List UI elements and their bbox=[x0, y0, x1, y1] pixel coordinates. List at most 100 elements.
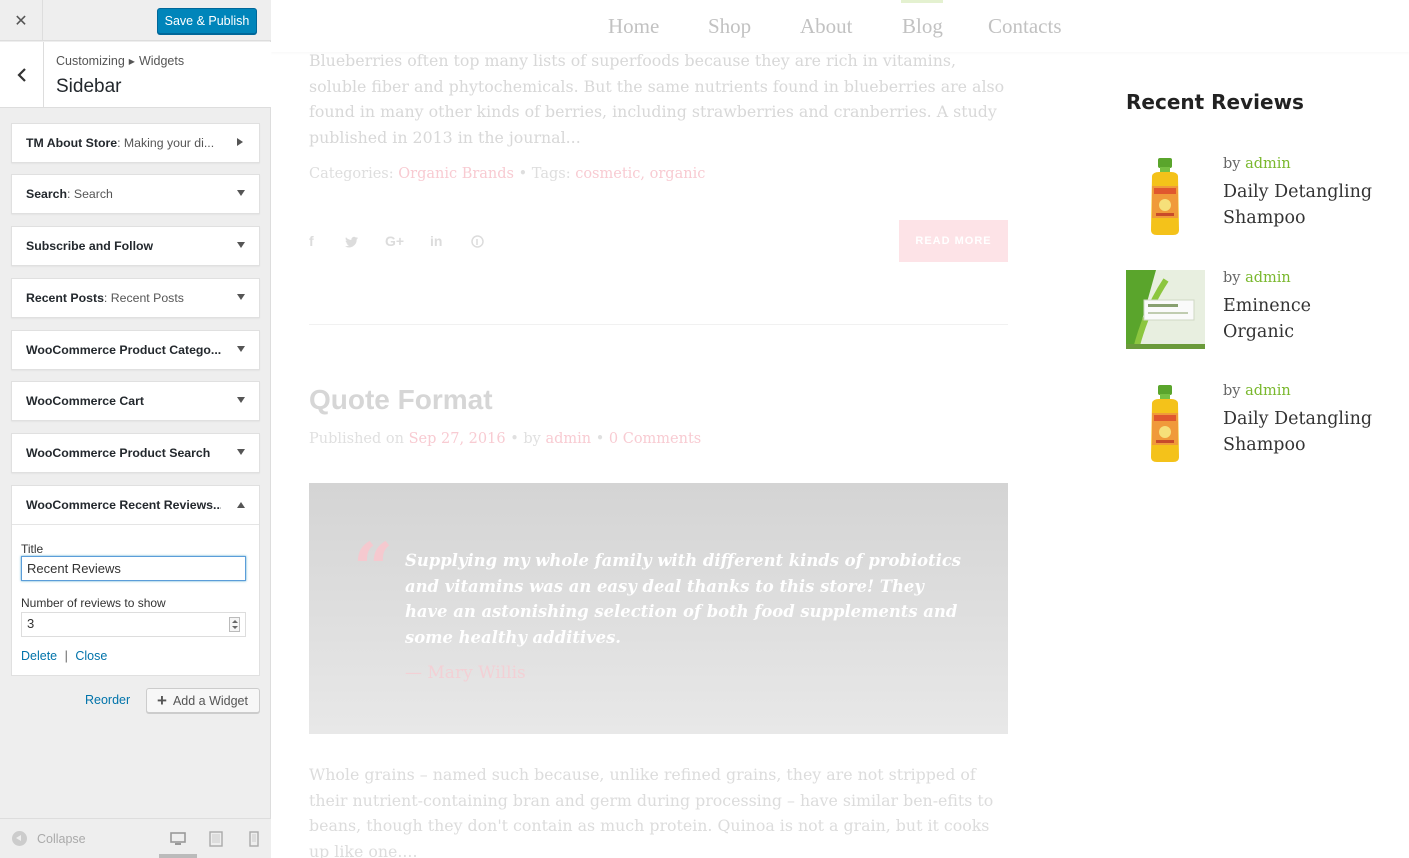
widget-actions: Delete | Close bbox=[21, 649, 107, 663]
collapse-label: Collapse bbox=[37, 831, 86, 846]
review-author-link[interactable]: admin bbox=[1245, 270, 1291, 286]
widget-recent-posts[interactable]: Recent Posts: Recent Posts bbox=[11, 278, 260, 318]
widget-subscribe-follow[interactable]: Subscribe and Follow bbox=[11, 226, 260, 266]
post-divider bbox=[309, 324, 1008, 325]
reviews-count-input[interactable]: 3 bbox=[21, 612, 246, 637]
review-product-link[interactable]: Daily Detangling Shampoo bbox=[1223, 407, 1383, 458]
nav-shop[interactable]: Shop bbox=[708, 14, 751, 39]
back-arrow-icon[interactable] bbox=[0, 42, 44, 108]
breadcrumb-current: Widgets bbox=[138, 54, 185, 68]
eminence-product-image[interactable] bbox=[1126, 270, 1205, 349]
number-spinner[interactable] bbox=[229, 617, 240, 632]
desktop-preview-icon[interactable] bbox=[170, 831, 186, 847]
widget-tm-about-store[interactable]: TM About Store: Making your di... bbox=[11, 123, 260, 163]
read-more-button[interactable]: READ MORE bbox=[899, 220, 1008, 262]
tags-label: Tags: bbox=[531, 166, 571, 182]
meta-dot: • bbox=[595, 431, 609, 447]
review-item: by admin Daily Detangling Shampoo bbox=[1126, 156, 1386, 256]
widget-product-search[interactable]: WooCommerce Product Search bbox=[11, 433, 260, 473]
widget-label: WooCommerce Recent Reviews... bbox=[26, 498, 221, 512]
widget-label: WooCommerce Cart bbox=[26, 394, 144, 408]
review-author-link[interactable]: admin bbox=[1245, 383, 1291, 399]
tag-link[interactable]: organic bbox=[650, 166, 706, 182]
breadcrumb: Customizing ▶ Widgets bbox=[56, 54, 184, 68]
comments-link[interactable]: 0 Comments bbox=[609, 431, 701, 447]
chevron-down-icon[interactable] bbox=[237, 346, 245, 352]
widget-product-categories[interactable]: WooCommerce Product Catego... bbox=[11, 330, 260, 370]
post-excerpt: Blueberries often top many lists of supe… bbox=[309, 51, 1005, 147]
review-byline: by admin bbox=[1223, 383, 1291, 399]
review-item: by admin Eminence Organic bbox=[1126, 270, 1386, 370]
title-input[interactable] bbox=[21, 556, 246, 581]
action-separator: | bbox=[64, 649, 68, 663]
close-link[interactable]: Close bbox=[75, 649, 107, 663]
tag-link[interactable]: cosmetic bbox=[575, 166, 640, 182]
facebook-icon[interactable]: f bbox=[309, 233, 314, 249]
shampoo-bottle-image[interactable] bbox=[1126, 156, 1205, 235]
categories-label: Categories: bbox=[309, 166, 394, 182]
post-excerpt: Whole grains – named such because, unlik… bbox=[309, 765, 994, 858]
review-product-link[interactable]: Daily Detangling Shampoo bbox=[1223, 180, 1383, 231]
delete-link[interactable]: Delete bbox=[21, 649, 57, 663]
review-item: by admin Daily Detangling Shampoo bbox=[1126, 383, 1386, 483]
linkedin-icon[interactable]: in bbox=[430, 233, 442, 249]
tag-separator: , bbox=[640, 166, 650, 182]
nav-about[interactable]: About bbox=[800, 14, 853, 39]
widget-label: Search: Search bbox=[26, 187, 113, 201]
spinner-down-icon[interactable] bbox=[232, 626, 238, 629]
add-widget-button[interactable]: + Add a Widget bbox=[146, 688, 260, 713]
published-label: Published on bbox=[309, 431, 404, 447]
breadcrumb-separator-icon: ▶ bbox=[128, 57, 135, 66]
widget-recent-reviews-header[interactable]: WooCommerce Recent Reviews... bbox=[12, 486, 259, 525]
tablet-preview-icon[interactable] bbox=[208, 831, 224, 847]
nav-active-indicator bbox=[901, 0, 943, 3]
customizer-panel: ✕ Save & Publish Customizing ▶ Widgets Sid… bbox=[0, 0, 271, 858]
mobile-preview-icon[interactable] bbox=[246, 831, 262, 847]
section-title: Sidebar bbox=[56, 76, 122, 97]
widget-search[interactable]: Search: Search bbox=[11, 174, 260, 214]
chevron-down-icon[interactable] bbox=[237, 242, 245, 248]
section-header: Customizing ▶ Widgets Sidebar bbox=[0, 42, 271, 108]
author-link[interactable]: admin bbox=[545, 431, 591, 447]
widget-cart[interactable]: WooCommerce Cart bbox=[11, 381, 260, 421]
post-date-link[interactable]: Sep 27, 2016 bbox=[409, 431, 506, 447]
quote-author: — Mary Willis bbox=[405, 663, 526, 683]
collapse-arrow-icon bbox=[12, 831, 27, 846]
quote-text: Supplying my whole family with different… bbox=[405, 551, 962, 647]
chevron-down-icon[interactable] bbox=[237, 397, 245, 403]
chevron-up-icon[interactable] bbox=[237, 502, 245, 508]
title-field-label: Title bbox=[21, 542, 44, 556]
chevron-down-icon[interactable] bbox=[237, 190, 245, 196]
by-label: by bbox=[1223, 383, 1241, 399]
widget-label: TM About Store: Making your di... bbox=[26, 136, 215, 150]
close-icon[interactable]: ✕ bbox=[0, 0, 43, 41]
by-label: by bbox=[523, 431, 541, 447]
nav-contacts[interactable]: Contacts bbox=[988, 14, 1062, 39]
review-author-link[interactable]: admin bbox=[1245, 156, 1291, 172]
review-product-link[interactable]: Eminence Organic bbox=[1223, 294, 1383, 345]
spinner-up-icon[interactable] bbox=[232, 620, 238, 623]
chevron-down-icon[interactable] bbox=[237, 294, 245, 300]
nav-blog[interactable]: Blog bbox=[902, 14, 943, 39]
review-byline: by admin bbox=[1223, 156, 1291, 172]
collapse-button[interactable]: Collapse bbox=[12, 831, 86, 846]
post-meta: Published on Sep 27, 2016 • by admin • 0… bbox=[309, 431, 701, 447]
google-plus-icon[interactable]: G+ bbox=[385, 233, 404, 249]
twitter-icon[interactable] bbox=[345, 236, 359, 248]
reorder-link[interactable]: Reorder bbox=[85, 693, 130, 707]
quote-block: “ Supplying my whole family with differe… bbox=[309, 483, 1008, 734]
pinterest-icon[interactable] bbox=[471, 235, 484, 248]
widget-label: Subscribe and Follow bbox=[26, 239, 154, 253]
post-title[interactable]: Quote Format bbox=[309, 384, 493, 416]
save-publish-button[interactable]: Save & Publish bbox=[157, 8, 257, 34]
expand-arrow-icon[interactable] bbox=[237, 138, 243, 146]
plus-icon: + bbox=[157, 691, 167, 710]
category-link[interactable]: Organic Brands bbox=[398, 166, 514, 182]
nav-home[interactable]: Home bbox=[608, 14, 659, 39]
widget-label: Recent Posts: Recent Posts bbox=[26, 291, 184, 305]
meta-dot: • bbox=[510, 431, 524, 447]
shampoo-bottle-image[interactable] bbox=[1126, 383, 1205, 462]
by-label: by bbox=[1223, 156, 1241, 172]
review-byline: by admin bbox=[1223, 270, 1291, 286]
chevron-down-icon[interactable] bbox=[237, 449, 245, 455]
